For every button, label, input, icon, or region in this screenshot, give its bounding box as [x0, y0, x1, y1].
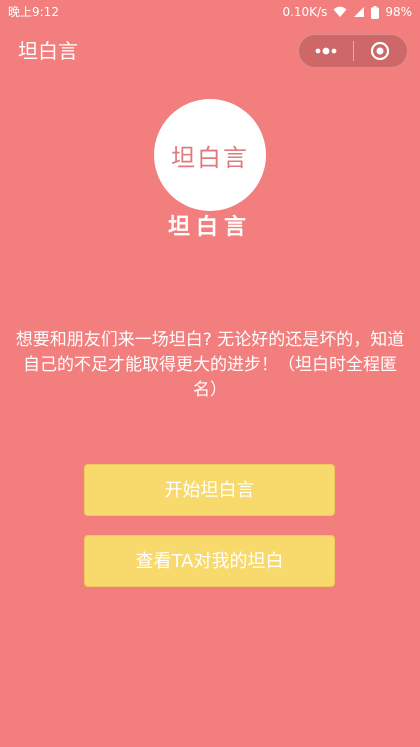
close-button[interactable]: [353, 35, 407, 67]
target-close-icon: [371, 41, 390, 61]
battery-icon: [371, 5, 380, 19]
navbar: 坦白言: [0, 24, 420, 78]
battery-level: 98%: [385, 5, 412, 19]
status-bar: 晚上9:12 0.10K/s 98%: [0, 0, 420, 24]
status-time: 晚上9:12: [8, 5, 59, 19]
view-confessions-button[interactable]: 查看TA对我的坦白: [84, 535, 335, 587]
network-speed: 0.10K/s: [282, 5, 328, 19]
app-logo: 坦白言: [154, 99, 266, 211]
mini-program-capsule: [298, 34, 408, 68]
logo-text: 坦白言: [171, 143, 249, 172]
nav-title: 坦白言: [18, 39, 78, 63]
page: 晚上9:12 0.10K/s 98% 坦白言 坦白言 坦白言 想要和朋友们来一场…: [0, 0, 420, 747]
start-confession-button[interactable]: 开始坦白言: [84, 464, 335, 516]
signal-icon: [353, 6, 365, 18]
more-button[interactable]: [299, 35, 353, 67]
wifi-icon: [333, 6, 347, 18]
description-text: 想要和朋友们来一场坦白? 无论好的还是坏的，知道自己的不足才能取得更大的进步！（…: [15, 330, 405, 400]
app-name: 坦白言: [167, 215, 252, 240]
status-indicators: 0.10K/s 98%: [282, 0, 412, 24]
more-dots-icon: [315, 47, 337, 55]
